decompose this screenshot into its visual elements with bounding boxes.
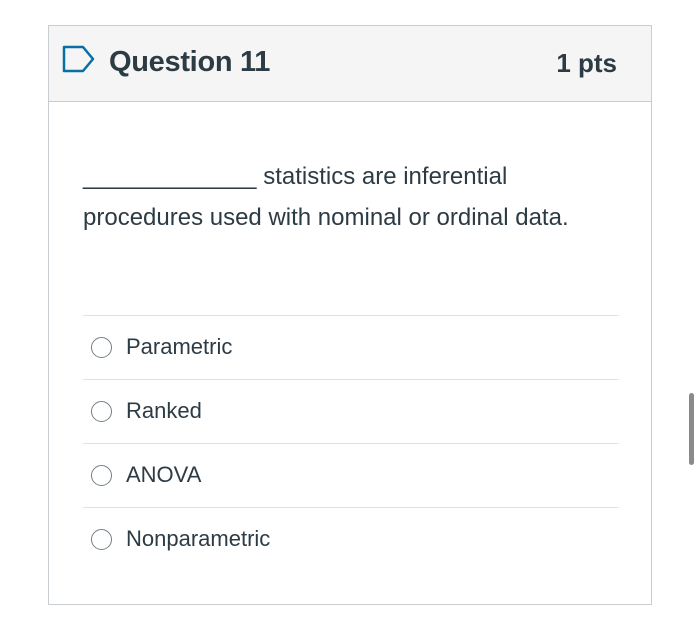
scrollbar-thumb[interactable]: [689, 393, 694, 465]
question-points: 1 pts: [556, 48, 617, 78]
radio-button[interactable]: [91, 529, 112, 550]
answer-option-nonparametric[interactable]: Nonparametric: [83, 507, 619, 571]
flag-question-icon[interactable]: [61, 43, 97, 75]
question-title: Question 11: [109, 46, 271, 78]
answer-option-parametric[interactable]: Parametric: [83, 315, 619, 379]
radio-button[interactable]: [91, 337, 112, 358]
answer-label: Ranked: [126, 398, 202, 423]
answer-label: Nonparametric: [126, 526, 271, 551]
radio-button[interactable]: [91, 401, 112, 422]
question-header: Question 11 1 pts: [49, 26, 651, 102]
question-card: Question 11 1 pts _____________ statisti…: [48, 25, 652, 605]
answer-label: Parametric: [126, 334, 233, 359]
question-text: _____________ statistics are inferential…: [83, 163, 569, 231]
radio-button[interactable]: [91, 465, 112, 486]
answer-list: Parametric Ranked ANOVA Nonparametric: [83, 315, 619, 571]
answer-option-ranked[interactable]: Ranked: [83, 379, 619, 443]
answer-option-anova[interactable]: ANOVA: [83, 443, 619, 507]
answer-label: ANOVA: [126, 462, 202, 487]
